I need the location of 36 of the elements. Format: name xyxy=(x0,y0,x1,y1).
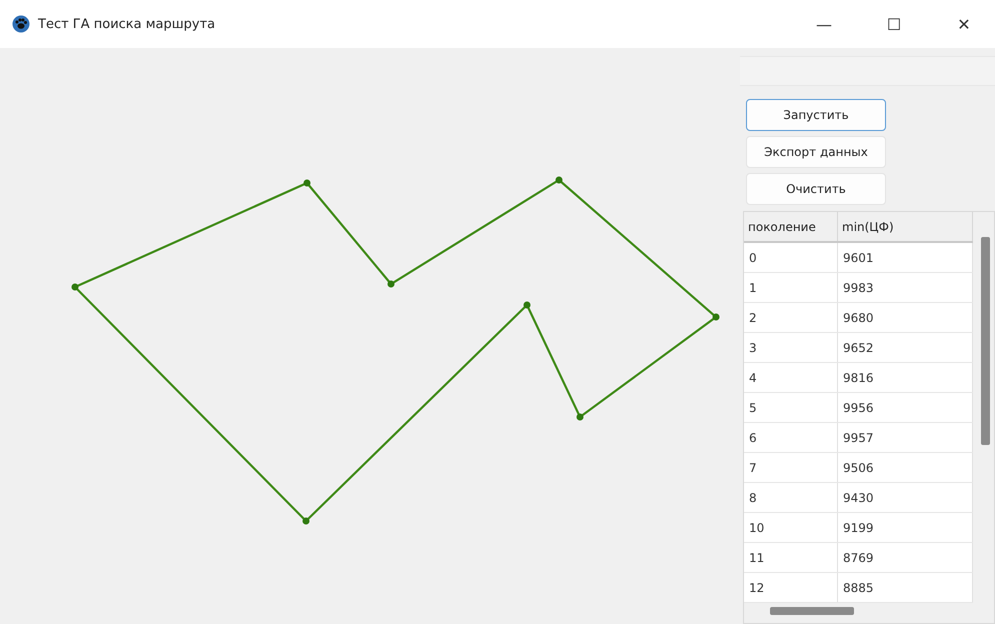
table-cell: 8885 xyxy=(838,572,972,602)
table-cell: 9506 xyxy=(838,452,972,482)
table-cell: 0 xyxy=(744,242,838,272)
minimize-button[interactable]: — xyxy=(793,0,855,48)
scrollbar-thumb[interactable] xyxy=(981,237,990,445)
table-cell: 9957 xyxy=(838,422,972,452)
column-header[interactable]: поколение xyxy=(744,212,838,242)
table-cell: 8 xyxy=(744,482,838,512)
table-cell: 10 xyxy=(744,512,838,542)
window-title: Тест ГА поиска маршрута xyxy=(38,16,216,32)
table-cell: 9430 xyxy=(838,482,972,512)
table-cell: 9652 xyxy=(838,332,972,362)
action-button[interactable]: Запустить xyxy=(746,99,886,131)
action-button[interactable]: Очистить xyxy=(746,173,886,205)
close-button[interactable]: ✕ xyxy=(933,0,995,48)
column-header[interactable]: min(ЦФ) xyxy=(838,212,972,242)
table-cell: 7 xyxy=(744,452,838,482)
table-cell: 9956 xyxy=(838,392,972,422)
table-cell: 1 xyxy=(744,272,838,302)
table-cell: 9199 xyxy=(838,512,972,542)
table-cell: 5 xyxy=(744,392,838,422)
table-cell: 4 xyxy=(744,362,838,392)
scrollbar-thumb[interactable] xyxy=(770,607,854,615)
table-cell: 2 xyxy=(744,302,838,332)
paw-logo-icon xyxy=(12,15,30,33)
table-cell: 3 xyxy=(744,332,838,362)
table-cell: 6 xyxy=(744,422,838,452)
table-cell: 9816 xyxy=(838,362,972,392)
maximize-button[interactable]: ☐ xyxy=(863,0,925,48)
table-cell: 9680 xyxy=(838,302,972,332)
action-button[interactable]: Экспорт данных xyxy=(746,136,886,168)
table-cell: 8769 xyxy=(838,542,972,572)
table-cell: 9601 xyxy=(838,242,972,272)
table-cell: 12 xyxy=(744,572,838,602)
table-cell: 11 xyxy=(744,542,838,572)
table-cell: 9983 xyxy=(838,272,972,302)
